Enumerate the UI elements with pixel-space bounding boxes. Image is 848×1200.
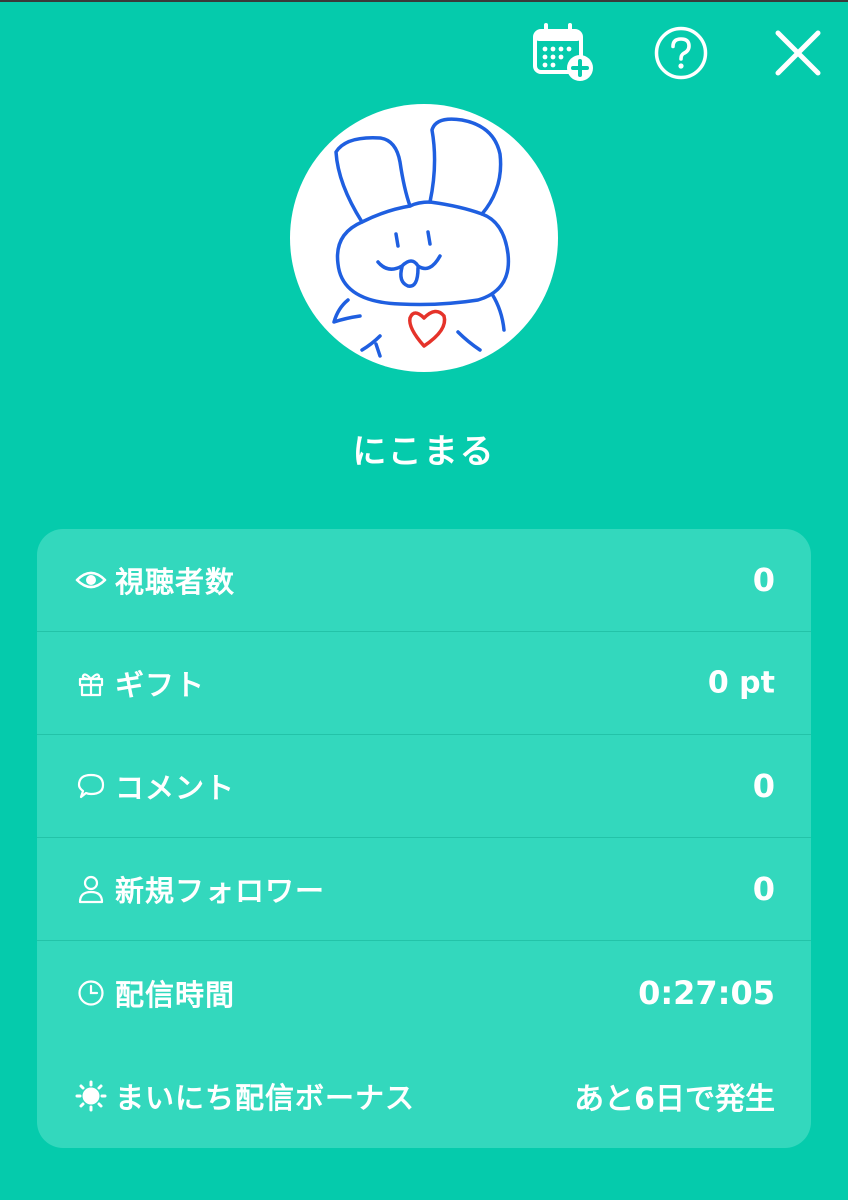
help-icon	[654, 26, 708, 80]
close-button[interactable]	[767, 22, 829, 84]
stat-row-gift: ギフト 0 pt	[37, 632, 811, 735]
stat-row-daily-bonus: まいにち配信ボーナス あと6日で発生	[37, 1044, 811, 1147]
stat-value-stream-time: 0:27:05	[638, 973, 775, 1012]
stat-row-comments: コメント 0	[37, 735, 811, 838]
stat-label-stream-time: 配信時間	[115, 977, 236, 1012]
gift-icon	[75, 667, 107, 699]
rabbit-drawing-avatar	[332, 117, 511, 358]
stat-value-daily-bonus: あと6日で発生	[574, 1081, 775, 1117]
stat-row-new-followers: 新規フォロワー 0	[37, 838, 811, 941]
stat-label-new-followers: 新規フォロワー	[115, 874, 326, 908]
calendar-add-icon	[533, 23, 593, 81]
stat-label-comments: コメント	[115, 771, 236, 805]
help-button[interactable]	[650, 22, 712, 84]
comment-icon	[75, 770, 107, 802]
stat-value-new-followers: 0	[752, 870, 775, 908]
stat-label-gift: ギフト	[115, 668, 206, 702]
stat-label-viewers: 視聴者数	[115, 565, 236, 599]
close-icon	[775, 30, 821, 76]
username: にこまる	[352, 432, 496, 472]
eye-icon	[75, 564, 107, 596]
stats-card: 視聴者数 0 ギフト 0 pt コメント 0 新規フォロワー 0 配信時間 0:…	[37, 529, 811, 1148]
stat-row-viewers: 視聴者数 0	[37, 529, 811, 632]
clock-icon	[75, 977, 107, 1009]
stat-value-viewers: 0	[752, 561, 775, 599]
stat-row-stream-time: 配信時間 0:27:05	[37, 941, 811, 1044]
avatar[interactable]	[290, 104, 558, 372]
person-icon	[75, 873, 107, 905]
stat-value-gift: 0 pt	[707, 665, 775, 701]
top-border	[0, 0, 848, 2]
stat-label-daily-bonus: まいにち配信ボーナス	[115, 1080, 416, 1115]
sun-icon	[75, 1080, 107, 1112]
calendar-add-button[interactable]	[532, 22, 594, 84]
stat-value-comments: 0	[752, 767, 775, 805]
